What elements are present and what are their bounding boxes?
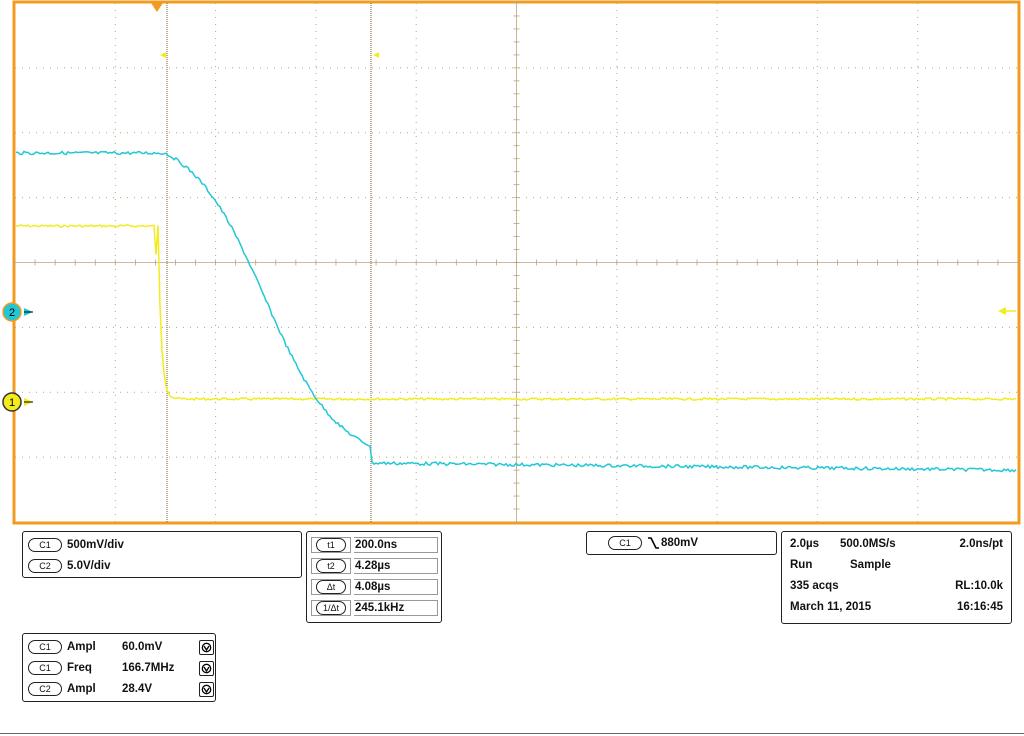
cursor-value: 245.1kHz (354, 600, 438, 616)
measurement-panel[interactable]: C1 Ampl 60.0mV C1 Freq 166.7MHz C2 Ampl … (22, 633, 216, 702)
trigger-panel[interactable]: C1 880mV (586, 531, 777, 555)
channel-scale-value: 5.0V/div (67, 560, 111, 572)
measurement-channel-tag: C1 (28, 661, 62, 675)
acquisition-count: 335 acqs (790, 580, 839, 592)
measurement-value: 166.7MHz (122, 662, 175, 674)
record-length: RL:10.0k (955, 580, 1003, 592)
bottom-divider (0, 733, 1024, 734)
measure-icon[interactable] (199, 681, 214, 697)
channel-scale-value: 500mV/div (67, 539, 124, 551)
channel-scale-row[interactable]: C2 5.0V/div (28, 556, 110, 576)
run-state[interactable]: Run (790, 559, 812, 571)
date-value: March 11, 2015 (790, 601, 872, 613)
cursor-readout-panel[interactable]: t1 200.0ns t2 4.28µs Δt 4.08µs 1/Δt 245.… (306, 531, 442, 623)
cursor-tag: 1/Δt (316, 601, 346, 615)
waveform-display[interactable]: 2 1 (0, 0, 1024, 530)
measure-icon[interactable] (199, 660, 214, 676)
cursor-tag-box: 1/Δt (311, 600, 351, 616)
horizontal-panel[interactable]: 2.0µs 500.0MS/s 2.0ns/pt Run Sample 335 … (781, 531, 1012, 624)
cursor-value: 200.0ns (354, 537, 438, 553)
cursor-tag-box: t2 (311, 558, 351, 574)
measurement-name: Ampl (67, 683, 96, 695)
cursor-tag: t2 (316, 559, 346, 573)
trigger-level: 880mV (661, 537, 699, 549)
svg-text:1: 1 (9, 397, 15, 409)
channel-tag: C1 (28, 538, 62, 552)
measurement-value: 60.0mV (122, 641, 163, 653)
cursor-tag-box: Δt (311, 579, 351, 595)
falling-edge-icon (647, 536, 659, 550)
channel-scale-panel[interactable]: C1 500mV/div C2 5.0V/div (22, 531, 302, 578)
measurement-name: Freq (67, 662, 92, 674)
measurement-channel-tag: C1 (28, 640, 62, 654)
measurement-row[interactable]: C1 Ampl 60.0mV (28, 637, 214, 657)
measurement-name: Ampl (67, 641, 96, 653)
channel-scale-row[interactable]: C1 500mV/div (28, 535, 124, 555)
acquisition-mode: Sample (850, 559, 891, 571)
measure-icon[interactable] (199, 639, 214, 655)
measurement-channel-tag: C2 (28, 682, 62, 696)
cursor-tag: Δt (316, 580, 346, 594)
cursor-value: 4.08µs (354, 579, 438, 595)
timebase-value: 2.0µs (790, 538, 820, 550)
sample-rate-value: 500.0MS/s (840, 538, 896, 550)
trigger-source-tag: C1 (608, 536, 642, 550)
time-value: 16:16:45 (956, 601, 1003, 613)
measurement-value: 28.4V (122, 683, 153, 695)
measurement-row[interactable]: C2 Ampl 28.4V (28, 679, 214, 699)
trigger-row[interactable]: C1 880mV (608, 533, 698, 553)
cursor-tag-box: t1 (311, 537, 351, 553)
resolution-value: 2.0ns/pt (959, 538, 1003, 550)
measurement-row[interactable]: C1 Freq 166.7MHz (28, 658, 214, 678)
cursor-value: 4.28µs (354, 558, 438, 574)
svg-text:2: 2 (9, 307, 15, 319)
cursor-tag: t1 (316, 538, 346, 552)
channel-tag: C2 (28, 559, 62, 573)
